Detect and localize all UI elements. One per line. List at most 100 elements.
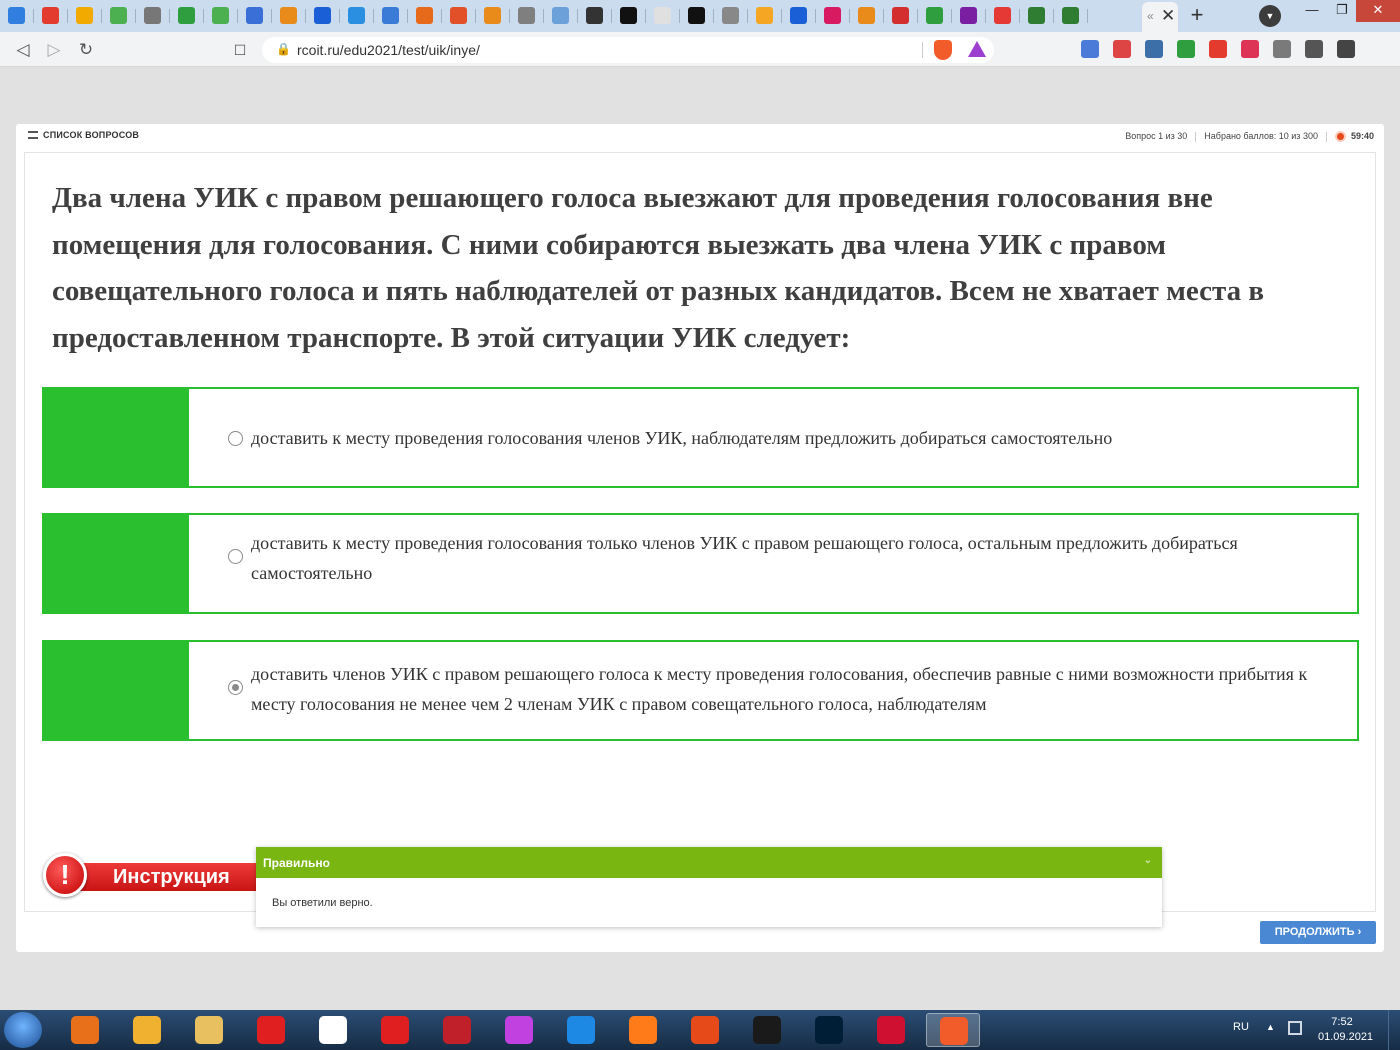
tray-expand-icon[interactable]: ▲ xyxy=(1266,1022,1275,1032)
pinned-tab-favicon[interactable] xyxy=(212,7,229,24)
pinned-tab-favicon[interactable] xyxy=(314,7,331,24)
pinned-tab-favicon[interactable] xyxy=(586,7,603,24)
taskbar-app[interactable] xyxy=(740,1013,794,1047)
pinned-tab-favicon[interactable] xyxy=(450,7,467,24)
answer-text[interactable]: доставить к месту проведения голосования… xyxy=(251,528,1341,588)
minimize-button[interactable]: — xyxy=(1296,0,1328,22)
answer-text[interactable]: доставить членов УИК с правом решающего … xyxy=(251,659,1341,719)
pinned-tab-favicon[interactable] xyxy=(144,7,161,24)
quiz-status: Вопрос 1 из 30 Набрано баллов: 10 из 300 5… xyxy=(1125,131,1374,143)
pinned-tab-favicon[interactable] xyxy=(892,7,909,24)
pinned-tab-favicon[interactable] xyxy=(484,7,501,24)
taskbar-app[interactable] xyxy=(492,1013,546,1047)
pinned-tab-favicon[interactable] xyxy=(926,7,943,24)
tab-separator xyxy=(577,9,578,23)
taskbar-app[interactable] xyxy=(368,1013,422,1047)
pinned-tab-favicon[interactable] xyxy=(654,7,671,24)
taskbar-app[interactable] xyxy=(430,1013,484,1047)
pinned-tab-favicon[interactable] xyxy=(42,7,59,24)
clock[interactable]: 7:52 01.09.2021 xyxy=(1318,1015,1373,1045)
pinned-tab-favicon[interactable] xyxy=(8,7,25,24)
extension-icon[interactable] xyxy=(1337,40,1355,58)
feedback-header[interactable]: Правильно ⌄ xyxy=(256,847,1162,878)
pinned-tab-favicon[interactable] xyxy=(348,7,365,24)
tab-close-icon[interactable]: ✕ xyxy=(1161,6,1175,26)
tab-search-icon[interactable]: ▼ xyxy=(1259,5,1281,27)
close-window-button[interactable]: ✕ xyxy=(1356,0,1400,22)
taskbar-app[interactable] xyxy=(926,1013,980,1047)
pinned-tab-favicon[interactable] xyxy=(246,7,263,24)
pinned-tab-favicon[interactable] xyxy=(552,7,569,24)
taskbar-app[interactable] xyxy=(182,1013,236,1047)
question-list-button[interactable]: СПИСОК ВОПРОСОВ xyxy=(28,130,139,140)
url-text[interactable]: rcoit.ru/edu2021/test/uik/inye/ xyxy=(297,42,480,58)
start-button[interactable] xyxy=(4,1012,42,1048)
feedback-popup: Правильно ⌄ Вы ответили верно. xyxy=(256,847,1162,927)
tab-separator xyxy=(713,9,714,23)
reload-icon[interactable]: ↻ xyxy=(75,39,97,61)
answer-option-selected[interactable]: доставить членов УИК с правом решающего … xyxy=(42,640,1359,741)
feedback-title: Правильно xyxy=(263,856,330,870)
extension-icon[interactable] xyxy=(1145,40,1163,58)
forward-icon[interactable]: ▷ xyxy=(43,39,65,61)
score: Набрано баллов: 10 из 300 xyxy=(1204,131,1318,141)
continue-button[interactable]: ПРОДОЛЖИТЬ › xyxy=(1260,921,1376,944)
pinned-tab-favicon[interactable] xyxy=(76,7,93,24)
pinned-tab-favicon[interactable] xyxy=(280,7,297,24)
taskbar-app[interactable] xyxy=(616,1013,670,1047)
app-icon xyxy=(319,1016,347,1044)
pinned-tab-favicon[interactable] xyxy=(756,7,773,24)
taskbar-app[interactable] xyxy=(306,1013,360,1047)
pinned-tab-favicon[interactable] xyxy=(688,7,705,24)
pinned-tab-favicon[interactable] xyxy=(382,7,399,24)
pinned-tab-favicon[interactable] xyxy=(110,7,127,24)
pinned-tab-favicon[interactable] xyxy=(858,7,875,24)
address-bar[interactable]: 🔒 rcoit.ru/edu2021/test/uik/inye/ xyxy=(262,37,994,63)
pinned-tab-favicon[interactable] xyxy=(722,7,739,24)
quiz-header: СПИСОК ВОПРОСОВ Вопрос 1 из 30 Набрано ба… xyxy=(26,124,1374,150)
bookmark-icon[interactable]: ☐ xyxy=(229,39,251,61)
chevron-down-icon[interactable]: ⌄ xyxy=(1144,855,1152,866)
answer-radio[interactable] xyxy=(228,431,243,446)
tab-separator xyxy=(101,9,102,23)
answer-text[interactable]: доставить к месту проведения голосования… xyxy=(251,423,1341,453)
taskbar-app[interactable] xyxy=(864,1013,918,1047)
answer-radio[interactable] xyxy=(228,549,243,564)
extension-icon[interactable] xyxy=(1209,40,1227,58)
answer-radio-checked[interactable] xyxy=(228,680,243,695)
pinned-tab-favicon[interactable] xyxy=(1062,7,1079,24)
brave-rewards-icon[interactable] xyxy=(968,41,986,57)
pinned-tab-favicon[interactable] xyxy=(620,7,637,24)
pinned-tab-favicon[interactable] xyxy=(1028,7,1045,24)
taskbar-app[interactable] xyxy=(120,1013,174,1047)
pinned-tab-favicon[interactable] xyxy=(824,7,841,24)
extension-icon[interactable] xyxy=(1177,40,1195,58)
extension-icon[interactable] xyxy=(1081,40,1099,58)
pinned-tab-favicon[interactable] xyxy=(518,7,535,24)
extension-icon[interactable] xyxy=(1241,40,1259,58)
taskbar-app[interactable] xyxy=(244,1013,298,1047)
active-tab[interactable]: « ✕ xyxy=(1142,2,1178,32)
instruction-banner[interactable]: Инструкция ! xyxy=(43,853,273,899)
back-icon[interactable]: ◁ xyxy=(12,39,34,61)
pinned-tab-favicon[interactable] xyxy=(960,7,977,24)
pinned-tab-favicon[interactable] xyxy=(178,7,195,24)
new-tab-button[interactable]: + xyxy=(1184,4,1210,28)
language-indicator[interactable]: RU xyxy=(1233,1021,1249,1033)
pinned-tab-favicon[interactable] xyxy=(994,7,1011,24)
pinned-tab-favicon[interactable] xyxy=(416,7,433,24)
show-desktop-button[interactable] xyxy=(1388,1010,1400,1050)
answer-option[interactable]: доставить к месту проведения голосования… xyxy=(42,387,1359,488)
extension-icon[interactable] xyxy=(1305,40,1323,58)
network-icon[interactable] xyxy=(1288,1021,1302,1035)
taskbar-app[interactable] xyxy=(58,1013,112,1047)
taskbar-app[interactable] xyxy=(554,1013,608,1047)
answer-option[interactable]: доставить к месту проведения голосования… xyxy=(42,513,1359,614)
brave-shields-icon[interactable] xyxy=(934,40,952,60)
extension-icon[interactable] xyxy=(1113,40,1131,58)
maximize-button[interactable]: ❐ xyxy=(1328,0,1356,22)
extension-icon[interactable] xyxy=(1273,40,1291,58)
pinned-tab-favicon[interactable] xyxy=(790,7,807,24)
taskbar-app[interactable] xyxy=(802,1013,856,1047)
taskbar-app[interactable] xyxy=(678,1013,732,1047)
